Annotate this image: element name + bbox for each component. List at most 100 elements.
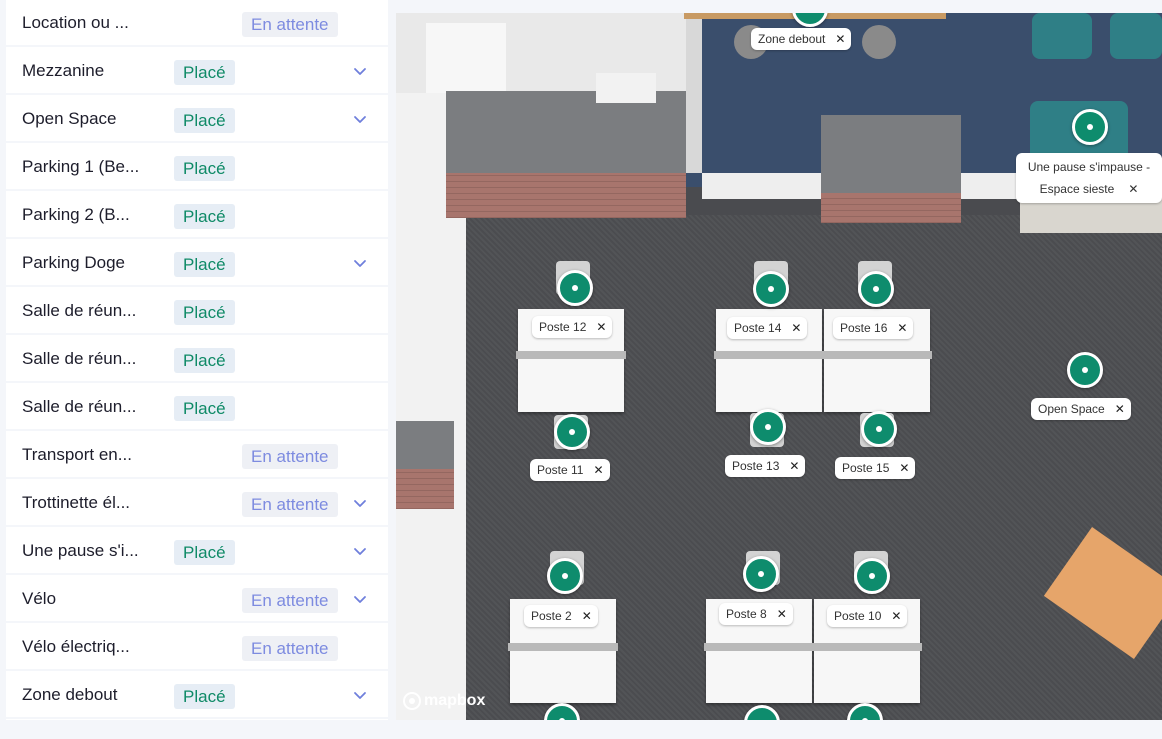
map-pin-icon[interactable]	[854, 558, 890, 594]
map-pin-icon[interactable]	[858, 271, 894, 307]
close-icon[interactable]: ✕	[582, 605, 592, 627]
map-label-text: Poste 14	[734, 321, 782, 335]
list-item[interactable]: Parking 1 (Be... Placé	[6, 145, 388, 191]
status-badge: Placé	[174, 156, 235, 181]
status-badge: En attente	[242, 444, 338, 469]
list-item[interactable]: Salle de réun... Placé	[6, 337, 388, 383]
map-label-poste-2[interactable]: Poste 2 ✕	[524, 605, 598, 627]
list-item[interactable]: Open Space Placé	[6, 97, 388, 143]
map-pin-icon[interactable]	[547, 558, 583, 594]
map-label-poste-11[interactable]: Poste 11 ✕	[530, 459, 610, 481]
list-item-name: Vélo électriq...	[22, 637, 130, 656]
chevron-down-icon[interactable]	[352, 687, 368, 703]
pillar-bricks	[821, 193, 961, 223]
map-pin-icon[interactable]	[554, 414, 590, 450]
list-item[interactable]: Parking 2 (B... Placé	[6, 193, 388, 239]
status-badge: Placé	[174, 252, 235, 277]
list-item[interactable]: Vélo électriq... En attente	[6, 625, 388, 671]
map-label-text: Poste 10	[834, 609, 882, 623]
list-item[interactable]: Salle de réun... Placé	[6, 385, 388, 431]
close-icon[interactable]: ✕	[891, 605, 901, 627]
close-icon[interactable]: ✕	[789, 455, 799, 477]
armchair	[1110, 13, 1162, 59]
list-item-name: Parking Doge	[22, 253, 126, 272]
mapbox-logo[interactable]: mapbox	[403, 690, 485, 712]
map-label-text: Open Space	[1038, 402, 1105, 416]
map-label-text: Poste 13	[732, 459, 780, 473]
map-label-text: Poste 2	[531, 609, 572, 623]
chevron-down-icon[interactable]	[352, 495, 368, 511]
list-item-name: Vélo	[22, 589, 57, 608]
map-pin-icon[interactable]	[750, 409, 786, 445]
armchair	[1032, 13, 1092, 59]
map-label-poste-16[interactable]: Poste 16 ✕	[833, 317, 914, 339]
map-label-pause-sieste[interactable]: Une pause s'impause - Espace sieste ✕	[1016, 153, 1162, 203]
list-item[interactable]: Trottinette él... En attente	[6, 481, 388, 527]
map-label-poste-14[interactable]: Poste 14 ✕	[727, 317, 808, 339]
floor-map[interactable]: Zone debout ✕ Une pause s'impause - Espac…	[396, 13, 1162, 720]
close-icon[interactable]: ✕	[791, 317, 801, 339]
map-label-zone-debout[interactable]: Zone debout ✕	[751, 28, 852, 50]
list-item[interactable]: Transport en... En attente	[6, 433, 388, 479]
status-badge: Placé	[174, 540, 235, 565]
map-pin-icon[interactable]	[861, 411, 897, 447]
chevron-down-icon[interactable]	[352, 63, 368, 79]
close-icon[interactable]: ✕	[1115, 398, 1125, 420]
list-item[interactable]: Parking Doge Placé	[6, 241, 388, 287]
list-item-name: Zone debout	[22, 685, 118, 704]
stair-block-roof	[446, 91, 686, 173]
list-item[interactable]: Salle de réun... Placé	[6, 289, 388, 335]
chevron-down-icon[interactable]	[352, 255, 368, 271]
list-item-name: Trottinette él...	[22, 493, 131, 512]
map-pin-icon[interactable]	[1067, 352, 1103, 388]
list-item-name: Mezzanine	[22, 61, 105, 80]
list-item[interactable]: Zone debout Placé	[6, 673, 388, 719]
list-item-name: Une pause s'i...	[22, 541, 139, 560]
map-label-text: Poste 16	[840, 321, 888, 335]
list-item[interactable]: Vélo En attente	[6, 577, 388, 623]
desk-divider	[714, 351, 932, 359]
chevron-down-icon[interactable]	[352, 543, 368, 559]
list-item-name: Parking 1 (Be...	[22, 157, 140, 176]
map-label-poste-8[interactable]: Poste 8 ✕	[719, 603, 793, 625]
map-label-poste-12[interactable]: Poste 12 ✕	[532, 316, 613, 338]
status-badge: Placé	[174, 396, 235, 421]
list-item[interactable]: Location ou ... En attente	[6, 1, 388, 47]
status-badge: Placé	[174, 684, 235, 709]
list-item[interactable]: Mezzanine Placé	[6, 49, 388, 95]
status-badge: En attente	[242, 588, 338, 613]
map-label-poste-15[interactable]: Poste 15 ✕	[835, 457, 916, 479]
list-item-name: Location ou ...	[22, 13, 129, 32]
map-pin-icon[interactable]	[743, 556, 779, 592]
spaces-list-panel: Location ou ... En attente Mezzanine Placé O…	[6, 0, 388, 720]
desk-divider	[516, 351, 626, 359]
left-pillar-bricks	[396, 469, 454, 509]
map-label-poste-10[interactable]: Poste 10 ✕	[827, 605, 908, 627]
chevron-down-icon[interactable]	[352, 591, 368, 607]
map-label-text: Poste 15	[842, 461, 890, 475]
status-badge: En attente	[242, 636, 338, 661]
close-icon[interactable]: ✕	[596, 316, 606, 338]
desk-divider	[508, 643, 618, 651]
list-item[interactable]: Une pause s'i... Placé	[6, 529, 388, 575]
chevron-down-icon[interactable]	[352, 111, 368, 127]
map-label-text: Poste 12	[539, 320, 587, 334]
status-badge: En attente	[242, 492, 338, 517]
close-icon[interactable]: ✕	[899, 457, 909, 479]
close-icon[interactable]: ✕	[593, 459, 603, 481]
map-pin-icon[interactable]	[557, 270, 593, 306]
map-pin-icon[interactable]	[753, 271, 789, 307]
close-icon[interactable]: ✕	[1128, 182, 1138, 196]
app-root: Location ou ... En attente Mezzanine Placé O…	[0, 0, 1162, 739]
map-label-text: Poste 8	[726, 607, 767, 621]
status-badge: En attente	[242, 12, 338, 37]
close-icon[interactable]: ✕	[835, 28, 845, 50]
map-label-open-space[interactable]: Open Space ✕	[1031, 398, 1131, 420]
stool	[862, 25, 896, 59]
map-label-poste-13[interactable]: Poste 13 ✕	[725, 455, 806, 477]
status-badge: Placé	[174, 300, 235, 325]
map-pin-icon[interactable]	[1072, 109, 1108, 145]
close-icon[interactable]: ✕	[777, 603, 787, 625]
close-icon[interactable]: ✕	[897, 317, 907, 339]
list-item-name: Salle de réun...	[22, 397, 137, 416]
